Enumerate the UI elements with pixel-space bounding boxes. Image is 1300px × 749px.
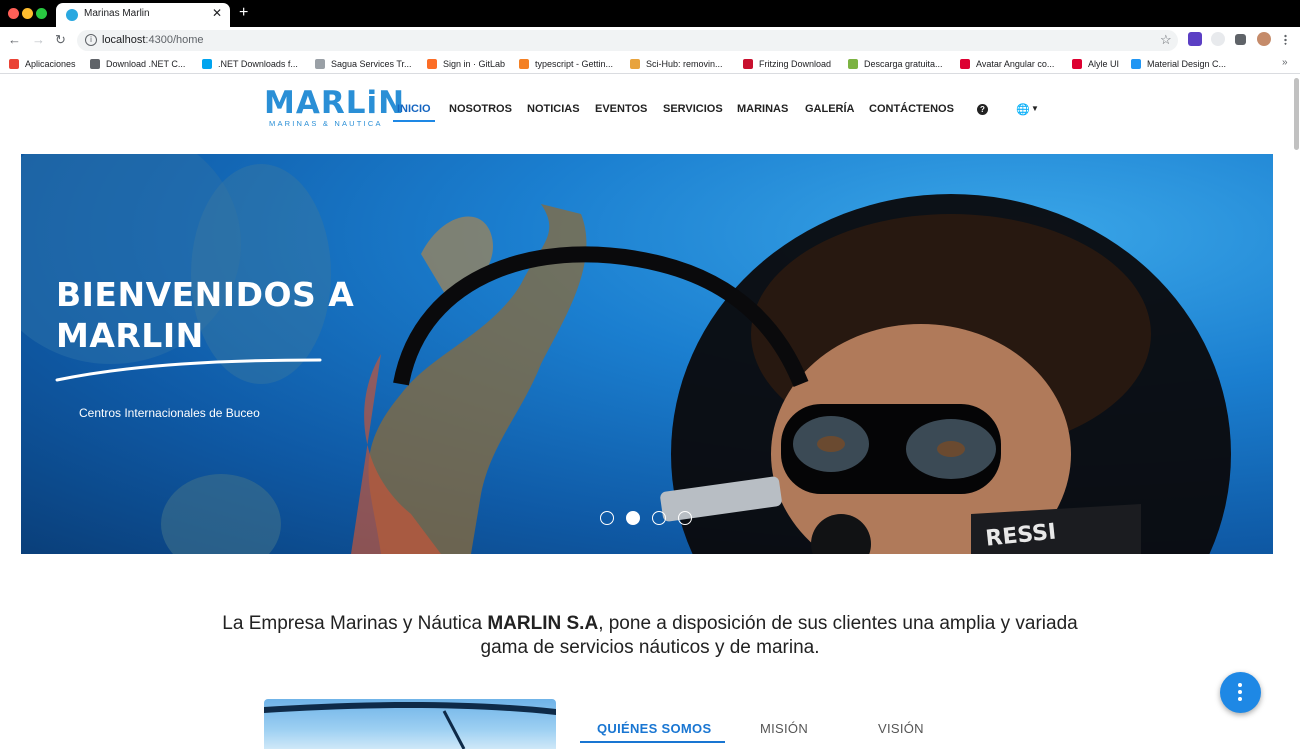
bookmark-label: Sign in · GitLab [443,59,506,69]
floating-menu-button[interactable] [1220,672,1261,713]
globe-icon [90,59,100,69]
marlin-logo[interactable]: MARLiN MARINAS & NAUTICA [264,86,404,132]
nav-item-marinas[interactable]: MARINAS [737,103,788,115]
logo-wordmark: MARLiN [264,85,406,121]
bookmark-label: typescript - Gettin... [535,59,614,69]
bookmark-item[interactable]: Material Design C... [1131,57,1226,71]
nav-item-inicio[interactable]: INICIO [397,103,431,115]
bookmark-item[interactable]: Aplicaciones [9,57,76,71]
chevron-down-icon[interactable]: ▼ [1031,104,1039,113]
bookmark-item[interactable]: Sign in · GitLab [427,57,505,71]
carousel-dot[interactable] [600,511,614,525]
tab-active-indicator [580,741,725,743]
bookmark-label: Aplicaciones [25,59,76,69]
bookmark-label: Sci-Hub: removin... [646,59,723,69]
hero-carousel[interactable]: RESSI BIENVENIDOS A MARLIN Centros Inter… [21,154,1273,554]
bookmark-star-icon[interactable]: ☆ [1160,32,1172,48]
bookmark-label: Alyle UI [1088,59,1120,69]
hero-title: BIENVENIDOS A MARLIN [56,275,355,355]
intro-text: La Empresa Marinas y Náutica MARLIN S.A,… [222,613,1078,658]
menu-dots-icon[interactable] [1284,34,1287,45]
carousel-dot[interactable] [652,511,666,525]
tab-vision[interactable]: VISIÓN [878,721,924,736]
bookmark-label: Download .NET C... [106,59,186,69]
nav-item-eventos[interactable]: EVENTOS [595,103,647,115]
bookmark-item[interactable]: Sci-Hub: removin... [630,57,723,71]
apps-grid-icon [9,59,19,69]
bookmark-item[interactable]: Sagua Services Tr... [315,57,412,71]
bookmarks-bar: » Aplicaciones Download .NET C... .NET Dow… [0,54,1300,74]
carousel-dot-active[interactable] [626,511,640,525]
bookmark-item[interactable]: .NET Downloads f... [202,57,298,71]
tab-title: Marinas Marlin [84,8,150,19]
browser-tab-bar: Marinas Marlin ✕ + [0,0,1300,27]
scihub-icon [630,59,640,69]
nav-item-nosotros[interactable]: NOSOTROS [449,103,512,115]
material-icon [1131,59,1141,69]
url-text: localhost:4300/home [102,34,204,46]
puzzle-extensions-icon[interactable] [1235,34,1246,45]
back-icon[interactable]: ← [8,32,21,47]
globe-icon[interactable]: 🌐 [1016,103,1030,116]
extension-icon[interactable] [1188,32,1202,46]
new-tab-icon[interactable]: + [239,4,248,22]
carousel-dot[interactable] [678,511,692,525]
browser-toolbar: ← → ↻ i localhost:4300/home ☆ [0,27,1300,54]
boat-image [264,699,556,749]
minimize-window-button[interactable] [22,8,33,19]
bookmark-item[interactable]: Download .NET C... [90,57,185,71]
fritzing-icon [743,59,753,69]
browser-tab[interactable]: Marinas Marlin ✕ [56,3,230,27]
maximize-window-button[interactable] [36,8,47,19]
extension-icon[interactable] [1211,32,1225,46]
bookmark-item[interactable]: Descarga gratuita... [848,57,943,71]
page-scrollbar[interactable] [1294,78,1299,150]
hero-subtitle: Centros Internacionales de Buceo [79,406,260,420]
nav-item-servicios[interactable]: SERVICIOS [663,103,723,115]
bookmark-label: Fritzing Download [759,59,832,69]
nav-active-indicator [393,120,435,122]
bookmark-item[interactable]: Avatar Angular co... [960,57,1054,71]
bookmark-label: Avatar Angular co... [976,59,1055,69]
angular-icon [960,59,970,69]
gitlab-icon [427,59,437,69]
close-tab-icon[interactable]: ✕ [212,6,222,20]
marlin-favicon-icon [66,9,78,21]
bookmark-label: Material Design C... [1147,59,1227,69]
bookmark-item[interactable]: Fritzing Download [743,57,831,71]
bookmark-label: Descarga gratuita... [864,59,943,69]
nav-item-noticias[interactable]: NOTICIAS [527,103,580,115]
more-bookmarks-icon[interactable]: » [1282,57,1288,68]
address-bar[interactable]: i localhost:4300/home ☆ [77,30,1178,51]
stackoverflow-icon [519,59,529,69]
tab-mision[interactable]: MISIÓN [760,721,808,736]
nav-item-contactenos[interactable]: CONTÁCTENOS [869,103,954,115]
help-icon[interactable]: ? [977,104,988,115]
hero-underline-swoosh [55,358,322,382]
bookmark-label: Sagua Services Tr... [331,59,412,69]
forward-icon[interactable]: → [32,32,45,47]
android-icon [848,59,858,69]
reload-icon[interactable]: ↻ [55,32,66,48]
angular-icon [1072,59,1082,69]
bookmark-label: .NET Downloads f... [218,59,298,69]
logo-tagline: MARINAS & NAUTICA [269,119,383,128]
nav-item-galeria[interactable]: GALERÍA [805,103,855,115]
bookmark-item[interactable]: typescript - Gettin... [519,57,613,71]
close-window-button[interactable] [8,8,19,19]
tab-quienes-somos[interactable]: QUIÉNES SOMOS [597,721,711,736]
boat-image-graphic [264,702,556,749]
site-info-icon[interactable]: i [85,34,97,46]
page-icon [315,59,325,69]
windows-icon [202,59,212,69]
bookmark-item[interactable]: Alyle UI [1072,57,1119,71]
avatar[interactable] [1257,32,1271,46]
